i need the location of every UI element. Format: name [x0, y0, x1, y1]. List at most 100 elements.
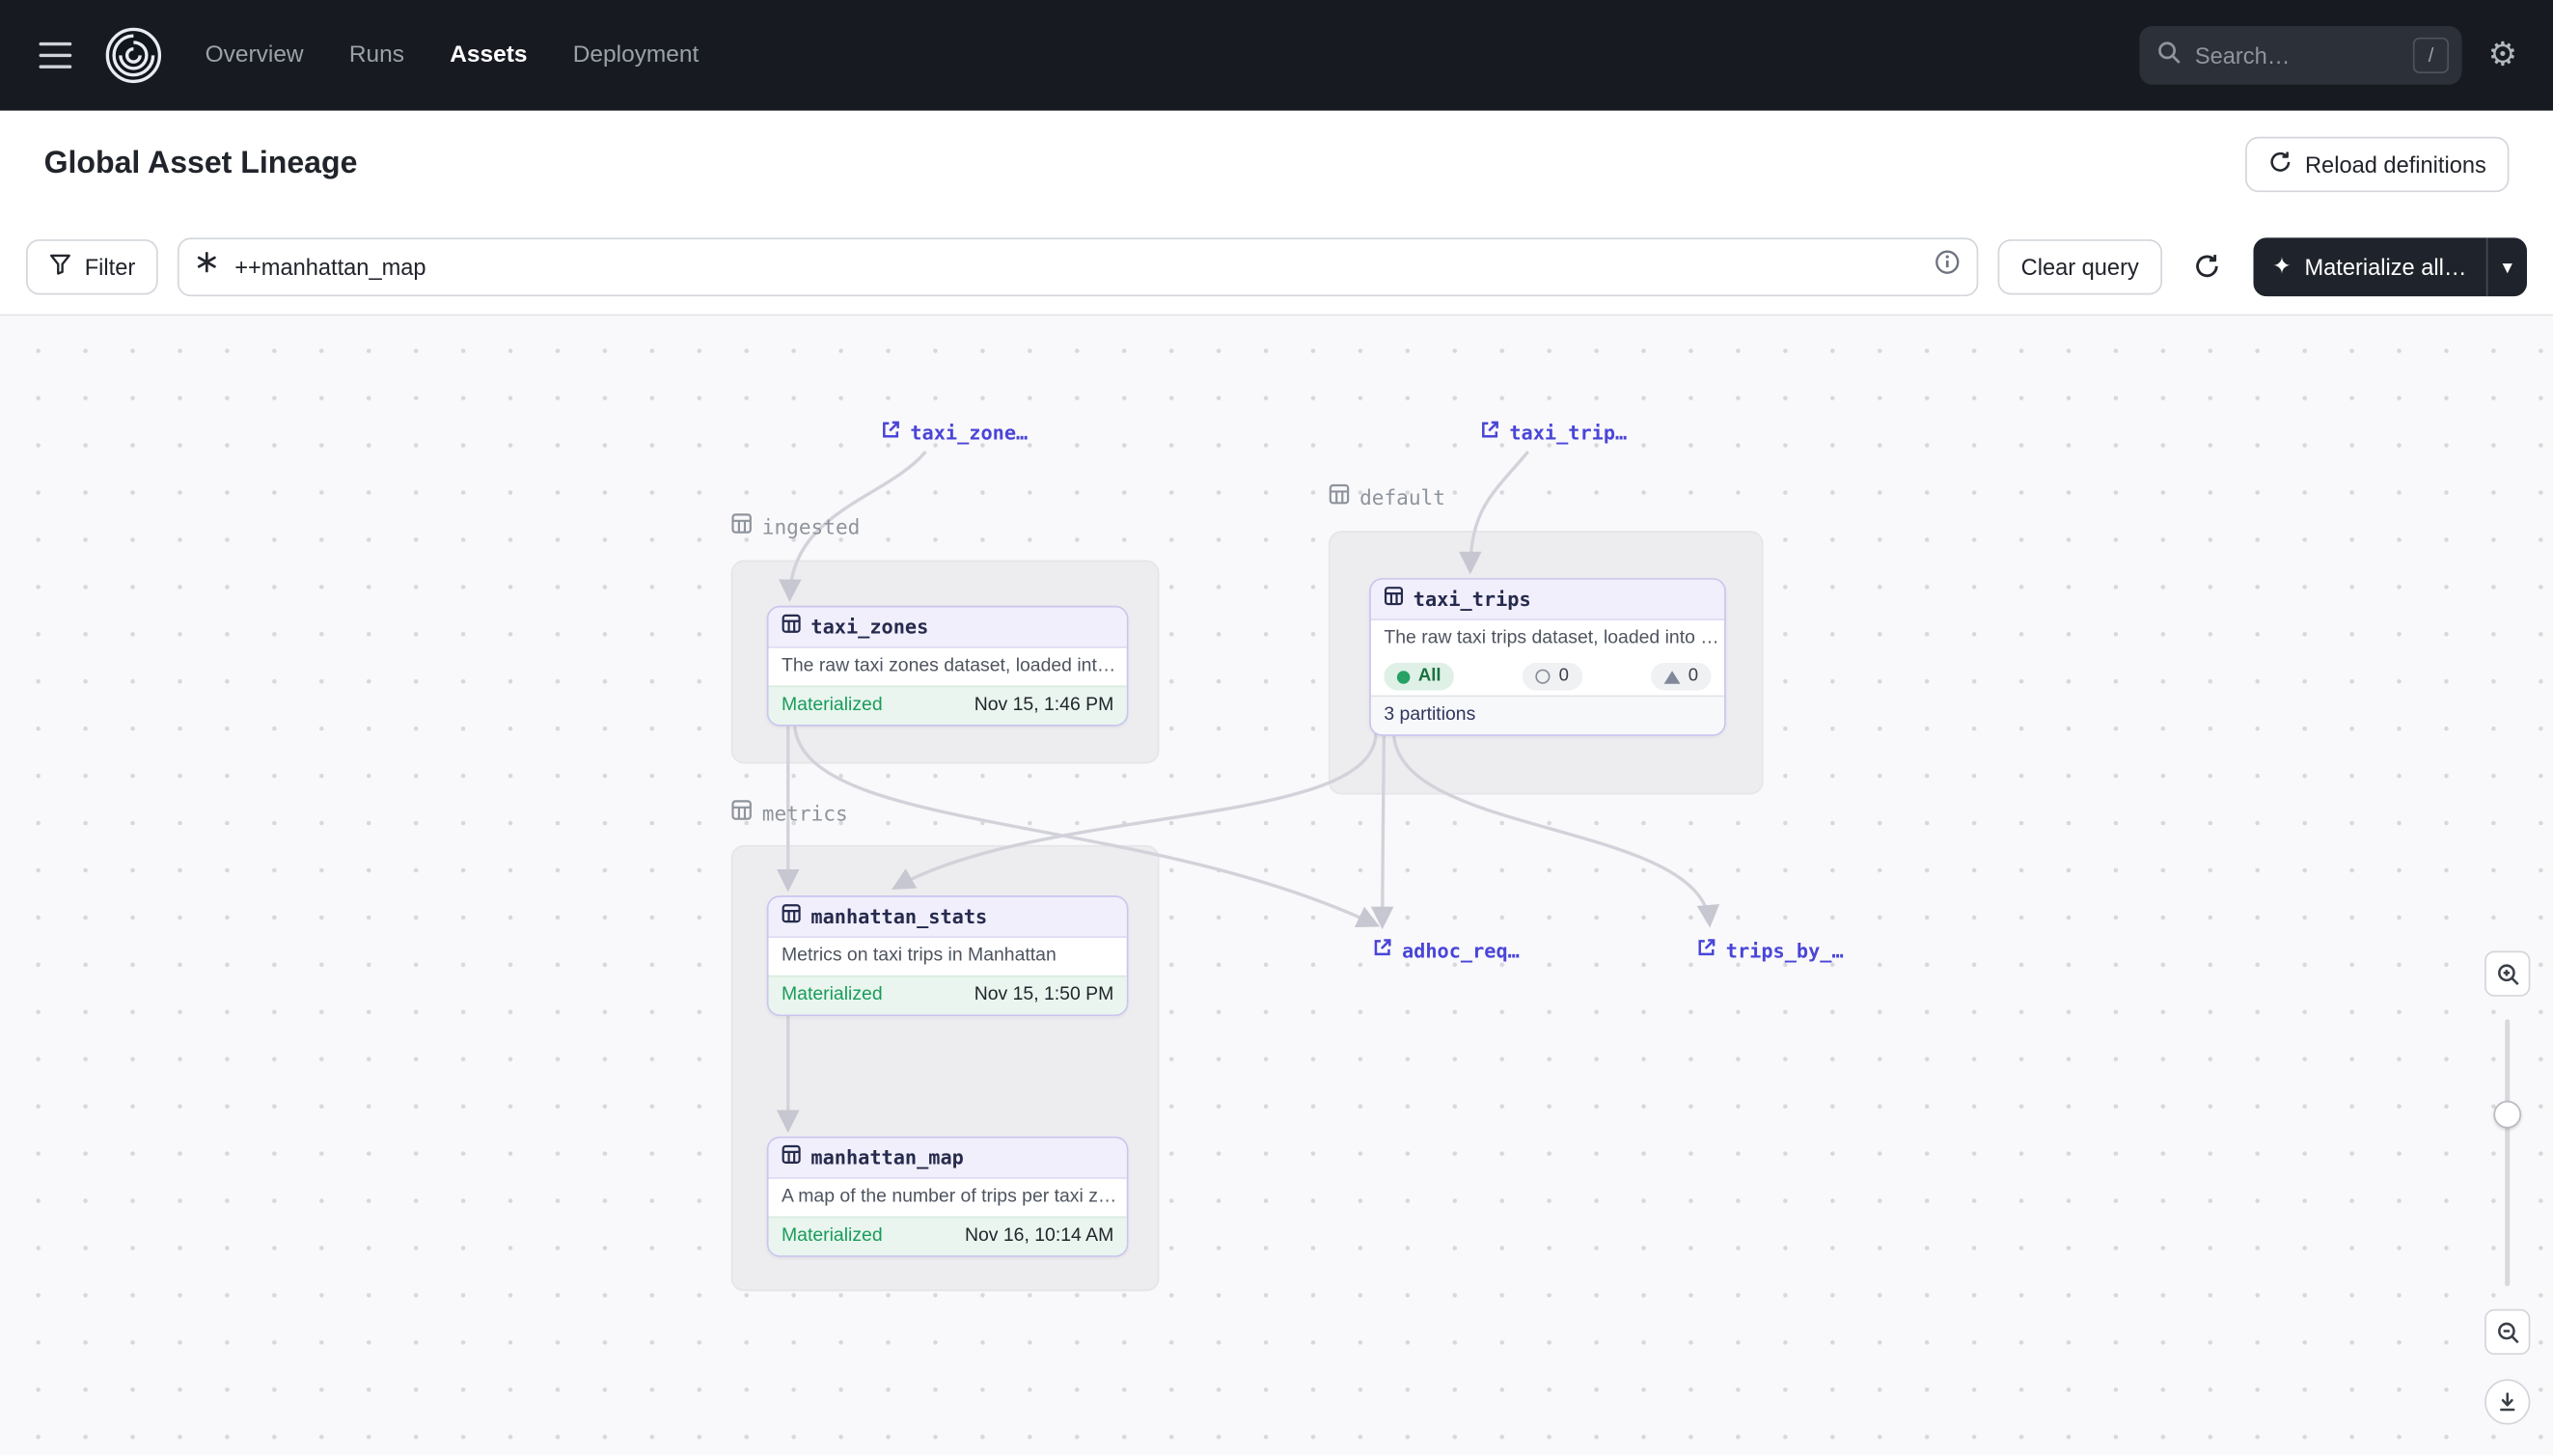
zoom-in-button[interactable]	[2484, 951, 2530, 997]
asset-name: taxi_zones	[810, 614, 928, 640]
table-icon	[782, 614, 801, 640]
asset-name: manhattan_stats	[810, 904, 987, 930]
dagster-app: Overview Runs Assets Deployment Search… …	[0, 0, 2553, 1456]
asset-selection-field	[178, 237, 1979, 296]
table-icon	[782, 1144, 801, 1170]
external-asset-name: taxi_zone…	[910, 421, 1028, 444]
materialized-timestamp: Nov 15, 1:46 PM	[975, 694, 1114, 718]
materialized-status: Materialized	[782, 1224, 883, 1249]
asset-description: The raw taxi trips dataset, loaded into …	[1371, 620, 1724, 658]
partitions-failed-count: 0	[1688, 666, 1698, 687]
clear-query-button[interactable]: Clear query	[1998, 238, 2161, 293]
partitions-materialized-pill: All	[1384, 663, 1454, 691]
topbar: Overview Runs Assets Deployment Search… …	[0, 0, 2553, 111]
asset-node-taxi-zones[interactable]: taxi_zones The raw taxi zones dataset, l…	[767, 606, 1129, 727]
asset-selection-input[interactable]	[232, 252, 1922, 281]
materialize-all-button[interactable]: ✦ Materialize all… ▾	[2253, 237, 2527, 296]
warning-triangle-icon	[1663, 670, 1680, 683]
group-name: metrics	[762, 800, 848, 824]
info-icon[interactable]	[1935, 249, 1961, 283]
search-placeholder: Search…	[2195, 42, 2401, 69]
search-icon	[2155, 39, 2182, 72]
asset-node-manhattan-stats[interactable]: manhattan_stats Metrics on taxi trips in…	[767, 895, 1129, 1016]
dagster-logo-icon[interactable]	[104, 26, 163, 85]
zoom-slider[interactable]	[2484, 1019, 2530, 1286]
materialize-all-label: Materialize all…	[2304, 253, 2466, 279]
zoom-controls	[2484, 951, 2530, 1425]
group-label-metrics[interactable]: metrics	[731, 800, 848, 826]
asset-node-header: taxi_trips	[1371, 580, 1724, 620]
external-asset-taxi-trip-file[interactable]: taxi_trip…	[1480, 420, 1627, 444]
green-dot-icon	[1397, 670, 1411, 683]
search-box[interactable]: Search… /	[2139, 26, 2461, 85]
partitions-missing-count: 0	[1559, 666, 1569, 687]
external-asset-name: trips_by_…	[1726, 939, 1844, 962]
partitions-missing-pill: 0	[1523, 663, 1581, 691]
group-label-ingested[interactable]: ingested	[731, 513, 861, 539]
asset-name: manhattan_map	[810, 1144, 963, 1170]
materialized-timestamp: Nov 15, 1:50 PM	[975, 983, 1114, 1007]
external-asset-trips-by[interactable]: trips_by_…	[1696, 938, 1843, 962]
settings-gear-icon[interactable]: ⚙	[2488, 40, 2517, 72]
external-asset-name: adhoc_req…	[1402, 939, 1520, 962]
nav-deployment[interactable]: Deployment	[573, 42, 700, 69]
asset-node-header: manhattan_map	[769, 1139, 1127, 1179]
asset-description: The raw taxi zones dataset, loaded int…	[769, 648, 1127, 686]
group-name: ingested	[762, 513, 861, 537]
materialize-caret-button[interactable]: ▾	[2487, 237, 2527, 296]
asset-name: taxi_trips	[1414, 587, 1531, 613]
search-shortcut-badge: /	[2413, 38, 2449, 73]
filter-funnel-icon	[49, 253, 72, 281]
refresh-button[interactable]	[2182, 240, 2234, 292]
group-grid-icon	[731, 800, 753, 826]
partition-health-row: All 0 0	[1371, 658, 1724, 696]
materialized-status: Materialized	[782, 983, 883, 1007]
page-header: Global Asset Lineage Reload definitions	[0, 111, 2553, 218]
zoom-out-button[interactable]	[2484, 1309, 2530, 1355]
asset-description: A map of the number of trips per taxi z…	[769, 1179, 1127, 1217]
external-asset-adhoc-request[interactable]: adhoc_req…	[1373, 938, 1520, 962]
lineage-canvas[interactable]: ingested default metrics taxi_zone… ta	[0, 315, 2553, 1456]
asset-node-manhattan-map[interactable]: manhattan_map A map of the number of tri…	[767, 1137, 1129, 1257]
hollow-circle-icon	[1536, 670, 1551, 684]
asset-node-header: taxi_zones	[769, 607, 1127, 647]
lineage-toolbar: Filter Clear query ✦ Materialize all… ▾	[0, 218, 2553, 315]
external-link-icon	[1480, 420, 1499, 444]
zoom-slider-track[interactable]	[2505, 1019, 2510, 1286]
partitions-all-label: All	[1418, 666, 1441, 687]
nav-runs[interactable]: Runs	[349, 42, 404, 69]
group-grid-icon	[731, 513, 753, 539]
asset-graph-icon	[196, 251, 219, 282]
external-link-icon	[1696, 938, 1716, 962]
page-title: Global Asset Lineage	[44, 147, 358, 182]
filter-label: Filter	[85, 253, 136, 279]
asset-status-row: Materialized Nov 15, 1:50 PM	[769, 975, 1127, 1015]
nav-overview[interactable]: Overview	[206, 42, 304, 69]
chevron-down-icon: ▾	[2503, 255, 2512, 278]
asset-node-taxi-trips[interactable]: taxi_trips The raw taxi trips dataset, l…	[1369, 578, 1726, 736]
group-grid-icon	[1329, 483, 1350, 509]
group-name: default	[1359, 484, 1445, 508]
materialized-status: Materialized	[782, 694, 883, 718]
clear-query-label: Clear query	[2021, 253, 2139, 279]
reload-definitions-button[interactable]: Reload definitions	[2245, 137, 2510, 192]
group-label-default[interactable]: default	[1329, 483, 1445, 509]
partitions-footer: 3 partitions	[1371, 696, 1724, 735]
sparkle-icon: ✦	[2272, 253, 2292, 281]
zoom-slider-handle[interactable]	[2493, 1101, 2521, 1129]
table-icon	[1384, 587, 1403, 613]
nav-assets[interactable]: Assets	[450, 42, 527, 69]
lineage-edges	[0, 316, 2553, 1455]
partitions-failed-pill: 0	[1651, 663, 1712, 691]
asset-node-header: manhattan_stats	[769, 897, 1127, 938]
asset-description: Metrics on taxi trips in Manhattan	[769, 938, 1127, 975]
menu-button[interactable]	[40, 34, 82, 76]
filter-button[interactable]: Filter	[26, 238, 158, 293]
asset-status-row: Materialized Nov 16, 10:14 AM	[769, 1217, 1127, 1256]
recenter-button[interactable]	[2484, 1379, 2530, 1424]
materialize-all-main[interactable]: ✦ Materialize all…	[2253, 237, 2486, 296]
external-asset-taxi-zone-file[interactable]: taxi_zone…	[881, 420, 1028, 444]
external-link-icon	[1373, 938, 1392, 962]
external-link-icon	[881, 420, 900, 444]
reload-icon	[2267, 150, 2292, 179]
